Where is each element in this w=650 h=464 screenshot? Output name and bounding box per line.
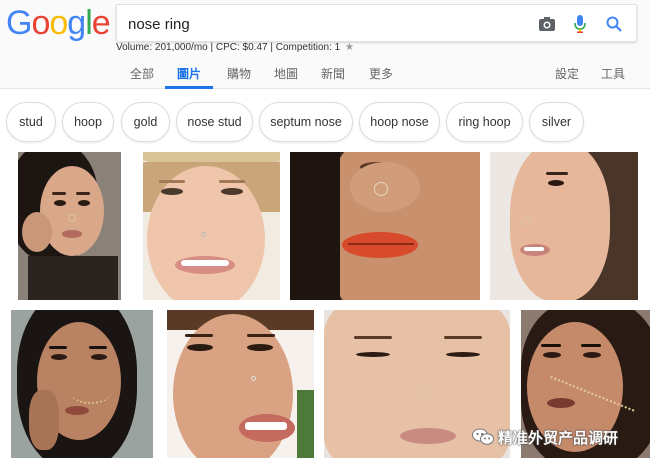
image-result[interactable] — [490, 152, 638, 300]
chip-nose-stud[interactable]: nose stud — [176, 102, 253, 142]
search-tabs: 全部 圖片 購物 地圖 新聞 更多 設定 工具 — [0, 60, 650, 89]
logo-letter: e — [91, 4, 111, 42]
tab-more[interactable]: 更多 — [369, 65, 393, 82]
chip-hoop[interactable]: hoop — [62, 102, 114, 142]
tab-all[interactable]: 全部 — [130, 65, 154, 82]
tab-shopping[interactable]: 購物 — [227, 65, 251, 82]
keyword-metrics: Volume: 201,000/mo | CPC: $0.47 | Compet… — [116, 42, 354, 53]
logo-letter: o — [31, 4, 50, 42]
chip-hoop-nose[interactable]: hoop nose — [359, 102, 440, 142]
star-icon[interactable]: ★ — [345, 42, 354, 53]
tools-link[interactable]: 工具 — [601, 65, 625, 82]
image-result[interactable] — [18, 152, 121, 300]
chip-silver[interactable]: silver — [529, 102, 584, 142]
search-icon[interactable] — [603, 13, 625, 35]
metrics-text: Volume: 201,000/mo | CPC: $0.47 | Compet… — [116, 42, 341, 53]
logo-letter: o — [49, 4, 68, 42]
tab-news[interactable]: 新聞 — [321, 65, 345, 82]
image-result[interactable] — [290, 152, 480, 300]
chip-septum-nose[interactable]: septum nose — [259, 102, 353, 142]
logo-letter: G — [6, 4, 32, 42]
related-searches: stud hoop gold nose stud septum nose hoo… — [0, 102, 650, 142]
tab-maps[interactable]: 地圖 — [274, 65, 298, 82]
search-input[interactable] — [128, 13, 508, 35]
tab-images[interactable]: 圖片 — [177, 65, 201, 82]
image-result[interactable] — [11, 310, 153, 458]
google-logo[interactable]: Google — [6, 4, 111, 43]
header-bar: Google Volume: 201,000/mo | CPC: $0.47 |… — [0, 0, 650, 89]
settings-link[interactable]: 設定 — [555, 65, 579, 82]
watermark-text: 精准外贸产品调研 — [498, 429, 619, 447]
watermark: 精准外贸产品调研 — [472, 425, 650, 449]
image-result[interactable] — [167, 310, 314, 458]
microphone-icon[interactable] — [569, 13, 591, 35]
logo-letter: g — [67, 4, 86, 42]
chip-stud[interactable]: stud — [6, 102, 56, 142]
active-tab-indicator — [165, 86, 213, 89]
search-box[interactable] — [116, 4, 637, 42]
wechat-icon — [472, 428, 494, 446]
chip-gold[interactable]: gold — [121, 102, 170, 142]
chip-ring-hoop[interactable]: ring hoop — [446, 102, 523, 142]
camera-icon[interactable] — [536, 13, 558, 35]
image-result[interactable] — [143, 152, 280, 300]
